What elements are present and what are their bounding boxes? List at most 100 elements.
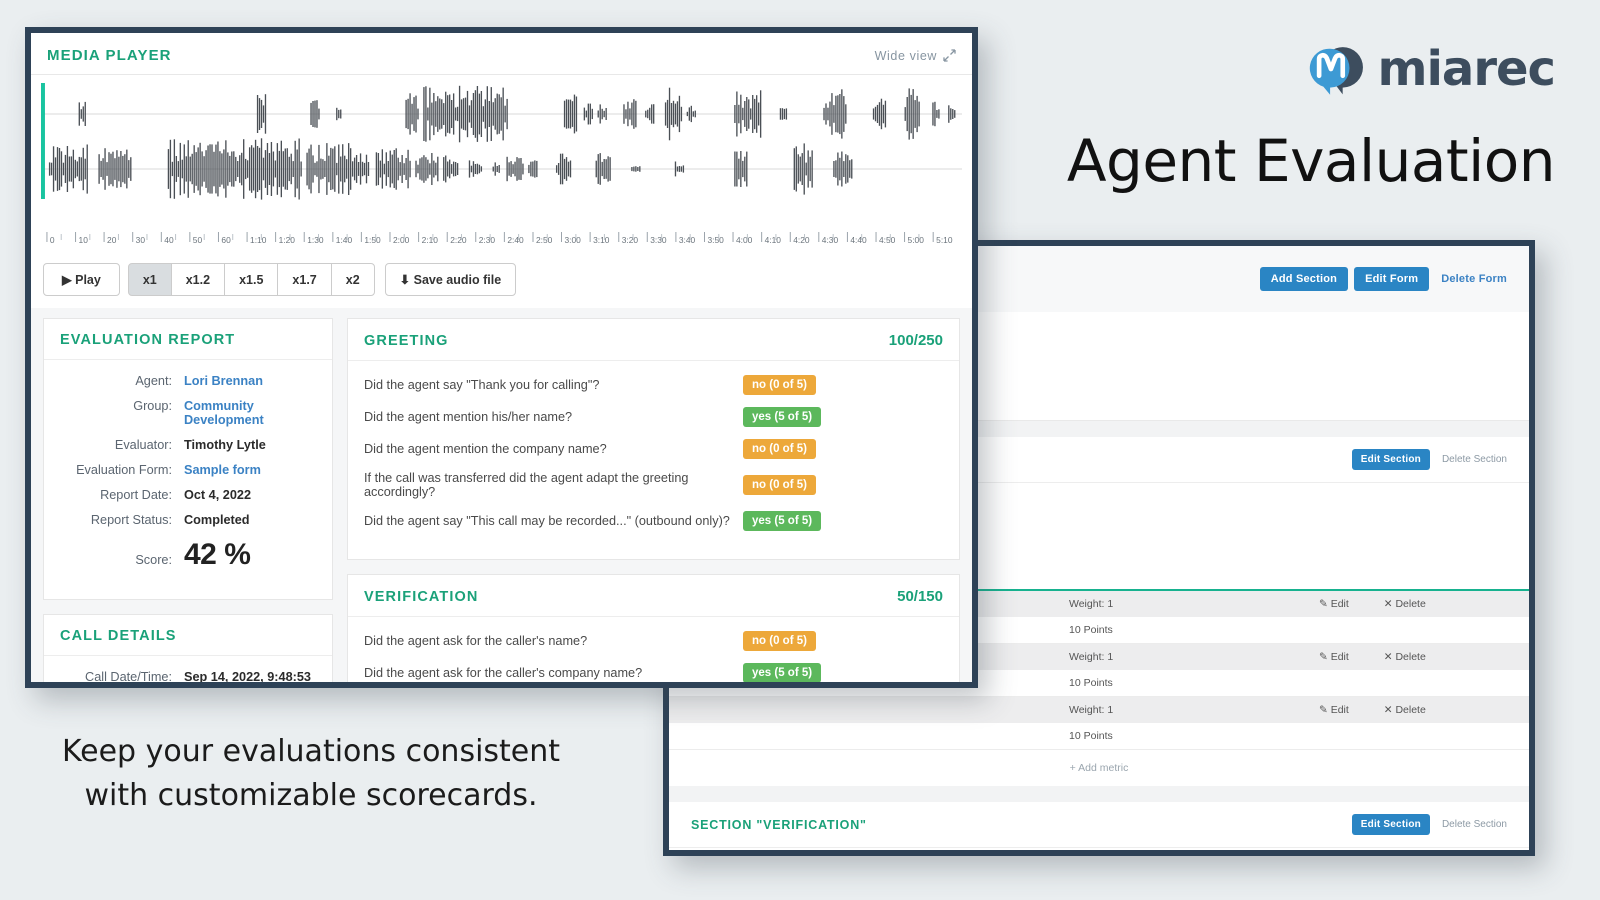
speed-button-x1[interactable]: x1	[127, 263, 172, 296]
delete-section-link-greeting[interactable]: Delete Section	[1442, 454, 1507, 465]
field-evaluation-form-label: Evaluation Form:	[76, 463, 172, 477]
field-call-datetime-value: Sep 14, 2022, 9:48:53 PM	[184, 670, 311, 682]
evaluation-report-title: EVALUATION REPORT	[60, 332, 236, 348]
table-row[interactable]: Weight: 1 ✎ Edit ✕ Delete	[669, 696, 1529, 724]
list-item: Did the agent ask for the caller's name?…	[364, 631, 943, 651]
call-details-fields: Call Date/Time: Sep 14, 2022, 9:48:53 PM…	[44, 656, 332, 682]
save-audio-file-button[interactable]: ⬇ Save audio file	[384, 263, 517, 296]
miarec-brand: miarec	[1309, 42, 1556, 96]
field-report-date-value: Oct 4, 2022	[184, 488, 252, 502]
speed-button-x2[interactable]: x2	[330, 263, 375, 296]
svg-text:3:30: 3:30	[650, 235, 667, 245]
answer-cell: no (0 of 5)	[743, 375, 943, 395]
field-agent-label: Agent:	[135, 374, 172, 388]
evaluation-report-fields: Agent: Lori Brennan Group: Community Dev…	[44, 360, 332, 599]
section-verification-block: SECTION "VERIFICATION" Edit Section Dele…	[669, 802, 1529, 850]
wide-view-toggle[interactable]: Wide view	[875, 49, 956, 63]
field-score-label: Score:	[135, 553, 172, 567]
edit-section-button-verification[interactable]: Edit Section	[1351, 814, 1430, 835]
metric-actions-cell: ✎ Edit ✕ Delete	[1309, 697, 1529, 724]
speed-button-x12[interactable]: x1.2	[170, 263, 226, 296]
media-player-header: MEDIA PLAYER Wide view	[31, 33, 972, 75]
svg-text:4:20: 4:20	[793, 235, 810, 245]
delete-metric-link[interactable]: ✕ Delete	[1384, 651, 1442, 663]
field-report-status: Report Status: Completed	[60, 513, 316, 527]
edit-form-button[interactable]: Edit Form	[1354, 267, 1430, 291]
wide-view-label: Wide view	[874, 48, 937, 63]
play-button[interactable]: ▶ Play	[43, 263, 120, 296]
svg-text:4:10: 4:10	[765, 235, 782, 245]
field-score: Score: 42 %	[60, 538, 316, 572]
field-report-date: Report Date: Oct 4, 2022	[60, 488, 316, 502]
delete-metric-link[interactable]: ✕ Delete	[1384, 598, 1442, 610]
field-evaluator: Evaluator: Timothy Lytle	[60, 438, 316, 452]
call-details-card-header: CALL DETAILS	[44, 615, 332, 656]
call-details-card: CALL DETAILS Call Date/Time: Sep 14, 202…	[43, 614, 333, 682]
report-body: EVALUATION REPORT Agent: Lori Brennan Gr…	[31, 308, 972, 682]
svg-text:40: 40	[164, 235, 174, 245]
list-item: Did the agent say "Thank you for calling…	[364, 375, 943, 395]
svg-text:1:10: 1:10	[250, 235, 267, 245]
field-group-label: Group:	[133, 399, 172, 413]
field-evaluation-form-value[interactable]: Sample form	[184, 463, 261, 477]
add-section-button[interactable]: Add Section	[1259, 267, 1349, 291]
field-agent: Agent: Lori Brennan	[60, 374, 316, 388]
svg-text:20: 20	[107, 235, 117, 245]
edit-metric-link[interactable]: ✎ Edit	[1319, 651, 1365, 663]
field-call-datetime-label: Call Date/Time:	[85, 670, 172, 682]
metric-points-cell: 10 Points	[1069, 677, 1113, 689]
svg-text:10: 10	[79, 235, 89, 245]
field-evaluator-value: Timothy Lytle	[184, 438, 266, 452]
svg-text:5:10: 5:10	[936, 235, 953, 245]
edit-metric-link[interactable]: ✎ Edit	[1319, 598, 1365, 610]
delete-section-link-verification[interactable]: Delete Section	[1442, 819, 1507, 830]
metric-points-cell: 10 Points	[1069, 730, 1113, 742]
status-badge: no (0 of 5)	[743, 375, 816, 395]
audio-waveform[interactable]	[41, 81, 962, 231]
play-label: Play	[75, 273, 101, 287]
edit-metric-link[interactable]: ✎ Edit	[1319, 704, 1365, 716]
field-score-value: 42 %	[184, 538, 251, 571]
list-item: Did the agent say "This call may be reco…	[364, 511, 943, 531]
metric-empty-actions	[1309, 670, 1529, 697]
section-greeting-questions: Did the agent say "Thank you for calling…	[348, 361, 959, 559]
speed-button-x15[interactable]: x1.5	[224, 263, 279, 296]
evaluation-report-window: MEDIA PLAYER Wide view 0 10 20 30 40 50 60 1	[25, 27, 978, 688]
section-verification-questions: Did the agent ask for the caller's name?…	[348, 617, 959, 682]
edit-section-button-greeting[interactable]: Edit Section	[1351, 449, 1430, 470]
metric-points-cell: 10 Points	[1069, 624, 1113, 636]
svg-text:2:50: 2:50	[536, 235, 553, 245]
field-call-datetime: Call Date/Time: Sep 14, 2022, 9:48:53 PM	[60, 670, 316, 682]
svg-text:3:10: 3:10	[593, 235, 610, 245]
add-metric-button[interactable]: + Add metric	[669, 750, 1529, 786]
svg-text:4:30: 4:30	[822, 235, 839, 245]
section-greeting-label: GREETING	[364, 332, 449, 349]
play-triangle-icon: ▶	[62, 273, 72, 287]
status-badge: yes (5 of 5)	[743, 407, 822, 427]
plus-icon: +	[1069, 762, 1076, 774]
speed-button-x17[interactable]: x1.7	[277, 263, 332, 296]
field-evaluation-form: Evaluation Form: Sample form	[60, 463, 316, 477]
status-badge: no (0 of 5)	[743, 631, 816, 651]
svg-text:50: 50	[193, 235, 203, 245]
metric-weight-cell: Weight: 1	[1069, 598, 1114, 610]
metric-weight-cell: Weight: 1	[1069, 651, 1114, 663]
answer-cell: yes (5 of 5)	[743, 511, 943, 531]
section-verification-label: VERIFICATION	[364, 588, 479, 605]
add-metric-label: Add metric	[1078, 762, 1129, 774]
svg-text:0: 0	[50, 235, 55, 245]
answer-cell: no (0 of 5)	[743, 475, 943, 495]
spacer-2	[669, 786, 1529, 802]
field-evaluator-label: Evaluator:	[114, 438, 172, 452]
field-group-value[interactable]: Community Development	[184, 399, 316, 427]
metric-blank-cell	[669, 723, 1059, 750]
svg-text:3:40: 3:40	[679, 235, 696, 245]
question-text: Did the agent ask for the caller's compa…	[364, 666, 643, 680]
question-text: Did the agent say "Thank you for calling…	[364, 378, 600, 392]
time-ruler-canvas: 0 10 20 30 40 50 60 1:10 1:20 1:30 1:40 1:50 2:00 2:1…	[46, 232, 953, 245]
delete-metric-link[interactable]: ✕ Delete	[1384, 704, 1442, 716]
field-agent-value[interactable]: Lori Brennan	[184, 374, 263, 388]
metric-weight-cell: Weight: 1	[1069, 704, 1114, 716]
delete-form-link[interactable]: Delete Form	[1441, 273, 1507, 285]
question-text: Did the agent mention his/her name?	[364, 410, 573, 424]
